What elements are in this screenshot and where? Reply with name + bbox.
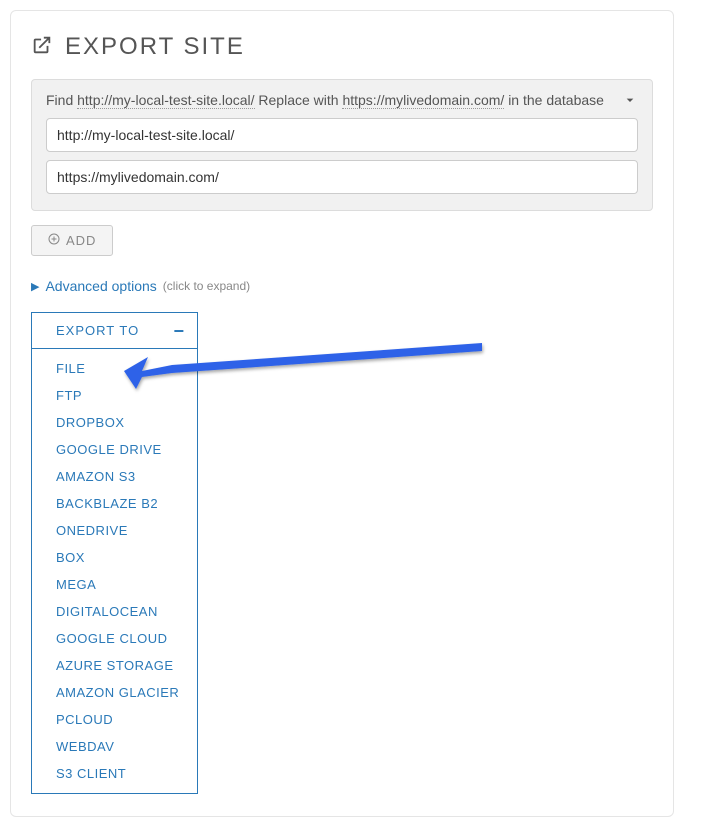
export-item-digitalocean[interactable]: DIGITALOCEAN	[32, 598, 197, 625]
export-item-box[interactable]: BOX	[32, 544, 197, 571]
export-item-ftp[interactable]: FTP	[32, 382, 197, 409]
export-item-onedrive[interactable]: ONEDRIVE	[32, 517, 197, 544]
export-site-panel: EXPORT SITE Find http://my-local-test-si…	[10, 10, 674, 817]
export-item-amazon-s3[interactable]: AMAZON S3	[32, 463, 197, 490]
export-icon	[31, 34, 53, 61]
find-input[interactable]	[46, 118, 638, 152]
export-to-header[interactable]: EXPORT TO −	[32, 313, 197, 349]
export-item-pcloud[interactable]: PCLOUD	[32, 706, 197, 733]
advanced-options-label: Advanced options	[45, 278, 156, 294]
plus-icon	[48, 233, 60, 248]
add-button-label: ADD	[66, 233, 96, 248]
panel-header: EXPORT SITE	[31, 33, 653, 61]
export-to-header-label: EXPORT TO	[56, 323, 139, 338]
summary-prefix: Find	[46, 92, 77, 108]
add-button[interactable]: ADD	[31, 225, 113, 256]
export-item-dropbox[interactable]: DROPBOX	[32, 409, 197, 436]
export-item-google-drive[interactable]: GOOGLE DRIVE	[32, 436, 197, 463]
replace-url-link[interactable]: https://mylivedomain.com/	[342, 92, 504, 109]
export-item-amazon-glacier[interactable]: AMAZON GLACIER	[32, 679, 197, 706]
summary-middle: Replace with	[258, 92, 342, 108]
minus-icon: −	[173, 326, 185, 336]
export-item-webdav[interactable]: WEBDAV	[32, 733, 197, 760]
export-item-mega[interactable]: MEGA	[32, 571, 197, 598]
export-to-menu: EXPORT TO − FILEFTPDROPBOXGOOGLE DRIVEAM…	[31, 312, 198, 794]
export-item-file[interactable]: FILE	[32, 355, 197, 382]
find-replace-summary: Find http://my-local-test-site.local/ Re…	[46, 92, 638, 108]
find-replace-panel: Find http://my-local-test-site.local/ Re…	[31, 79, 653, 211]
triangle-right-icon: ▶	[31, 280, 39, 293]
export-to-list: FILEFTPDROPBOXGOOGLE DRIVEAMAZON S3BACKB…	[32, 349, 197, 793]
summary-suffix: in the database	[508, 92, 604, 108]
export-item-azure-storage[interactable]: AZURE STORAGE	[32, 652, 197, 679]
advanced-options-toggle[interactable]: ▶ Advanced options (click to expand)	[31, 278, 653, 294]
replace-input[interactable]	[46, 160, 638, 194]
advanced-options-hint: (click to expand)	[163, 279, 250, 293]
export-item-google-cloud[interactable]: GOOGLE CLOUD	[32, 625, 197, 652]
find-url-link[interactable]: http://my-local-test-site.local/	[77, 92, 254, 109]
collapse-toggle[interactable]	[622, 92, 638, 113]
export-item-backblaze-b2[interactable]: BACKBLAZE B2	[32, 490, 197, 517]
export-item-s3-client[interactable]: S3 CLIENT	[32, 760, 197, 787]
page-title: EXPORT SITE	[65, 33, 245, 61]
